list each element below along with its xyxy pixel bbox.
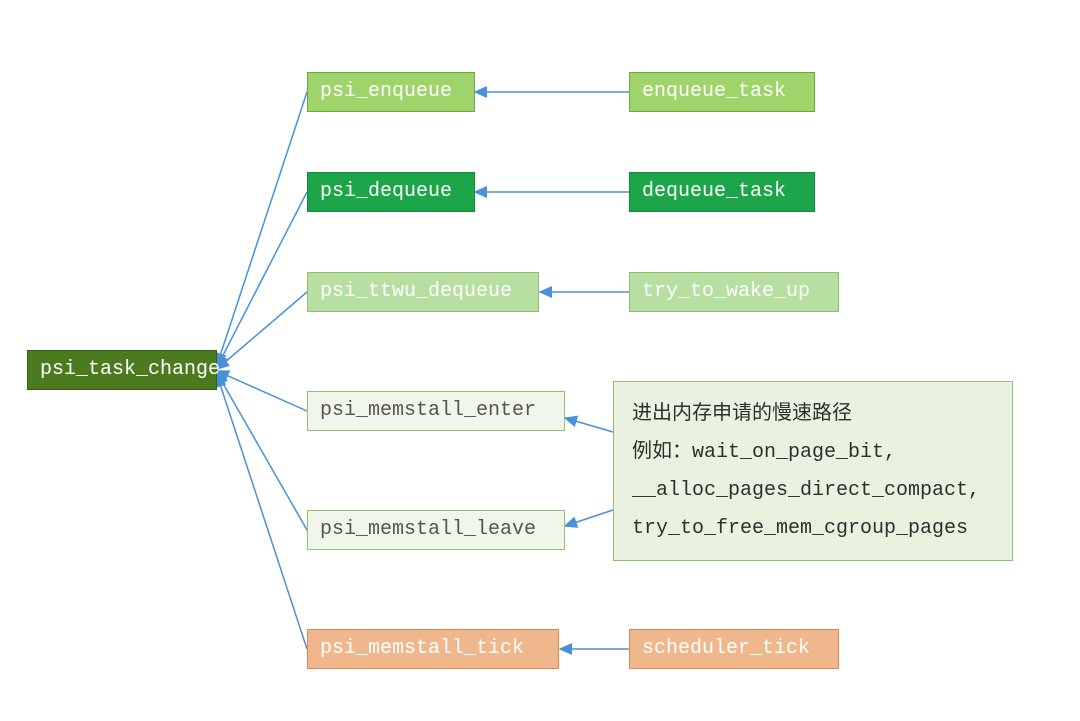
label: psi_memstall_tick [320,636,524,662]
label: enqueue_task [642,79,786,105]
node-psi-enqueue: psi_enqueue [307,72,475,112]
node-psi-ttwu-dequeue: psi_ttwu_dequeue [307,272,539,312]
label: dequeue_task [642,179,786,205]
label: psi_memstall_leave [320,517,536,543]
note-line-3: __alloc_pages_direct_compact, [632,472,994,510]
node-psi-task-change: psi_task_change [27,350,217,390]
memstall-note-box: 进出内存申请的慢速路径 例如：wait_on_page_bit, __alloc… [613,381,1013,561]
node-try-to-wake-up: try_to_wake_up [629,272,839,312]
label: scheduler_tick [642,636,810,662]
node-psi-dequeue: psi_dequeue [307,172,475,212]
note-line-4: try_to_free_mem_cgroup_pages [632,510,994,548]
label: psi_task_change [40,357,220,383]
label: try_to_wake_up [642,279,810,305]
node-scheduler-tick: scheduler_tick [629,629,839,669]
node-dequeue-task: dequeue_task [629,172,815,212]
label: psi_ttwu_dequeue [320,279,512,305]
node-psi-memstall-enter: psi_memstall_enter [307,391,565,431]
label: psi_dequeue [320,179,452,205]
label: psi_memstall_enter [320,398,536,424]
note-line-1: 进出内存申请的慢速路径 [632,396,994,434]
node-psi-memstall-tick: psi_memstall_tick [307,629,559,669]
note-line-2: 例如：wait_on_page_bit, [632,434,994,472]
node-psi-memstall-leave: psi_memstall_leave [307,510,565,550]
label: psi_enqueue [320,79,452,105]
node-enqueue-task: enqueue_task [629,72,815,112]
